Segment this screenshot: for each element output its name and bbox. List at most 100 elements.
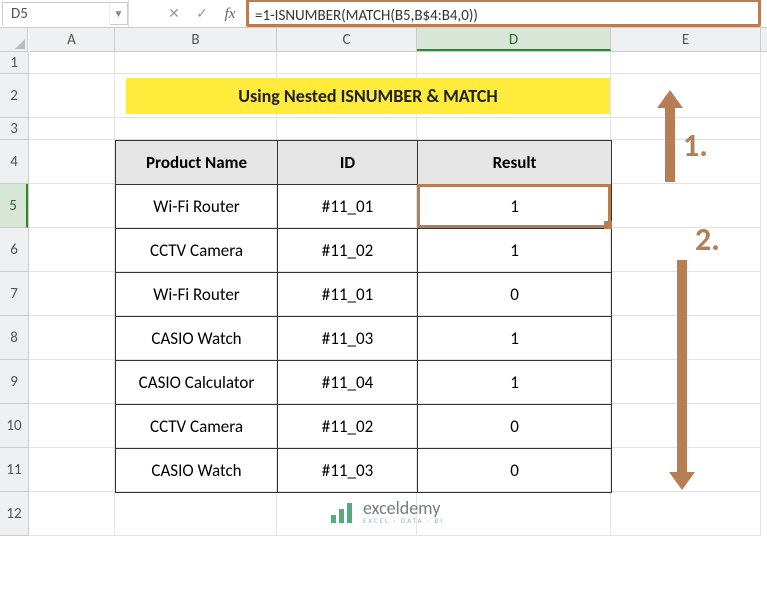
row-header-3[interactable]: 3 <box>0 118 28 140</box>
cell-result[interactable]: 1 <box>418 229 612 273</box>
formula-input[interactable]: =1-ISNUMBER(MATCH(B5,B$4:B4,0)) <box>246 0 761 27</box>
cell-product[interactable]: CASIO Watch <box>116 449 278 493</box>
cell[interactable] <box>29 118 115 140</box>
col-header-C[interactable]: C <box>277 28 417 51</box>
table-row: CCTV Camera#11_020 <box>116 405 612 449</box>
cell-id[interactable]: #11_04 <box>278 361 418 405</box>
cell-id[interactable]: #11_03 <box>278 317 418 361</box>
cell[interactable] <box>611 52 761 74</box>
fx-icon[interactable]: fx <box>216 0 244 28</box>
row-headers: 1 2 3 4 5 6 7 8 9 10 11 12 <box>0 52 29 536</box>
cell[interactable] <box>29 448 115 492</box>
cell[interactable] <box>115 492 277 536</box>
col-header-B[interactable]: B <box>115 28 277 51</box>
header-id: ID <box>278 141 418 185</box>
row-header-4[interactable]: 4 <box>0 140 28 184</box>
cancel-icon[interactable]: ✕ <box>160 0 188 28</box>
cell[interactable] <box>417 52 611 74</box>
col-header-D[interactable]: D <box>417 28 611 51</box>
brand-tagline: EXCEL · DATA · BI <box>363 517 444 524</box>
cell-product[interactable]: Wi-Fi Router <box>116 273 278 317</box>
callout-2: 2. <box>695 220 720 259</box>
cell[interactable] <box>29 360 115 404</box>
cell[interactable] <box>29 316 115 360</box>
cell-product[interactable]: CASIO Calculator <box>116 361 278 405</box>
row-header-7[interactable]: 7 <box>0 272 28 316</box>
formula-buttons: ✕ ✓ fx <box>160 0 244 27</box>
brand-text: exceldemy EXCEL · DATA · BI <box>363 499 444 524</box>
cell-id[interactable]: #11_02 <box>278 405 418 449</box>
cell[interactable] <box>29 140 115 184</box>
cell[interactable] <box>29 272 115 316</box>
data-table: Product Name ID Result Wi-Fi Router#11_0… <box>115 140 612 493</box>
cell-product[interactable]: CCTV Camera <box>116 405 278 449</box>
formula-bar-row: D5 ▼ ✕ ✓ fx =1-ISNUMBER(MATCH(B5,B$4:B4,… <box>0 0 767 28</box>
name-box[interactable]: D5 <box>3 3 109 25</box>
header-result: Result <box>418 141 612 185</box>
brand-logo: exceldemy EXCEL · DATA · BI <box>329 499 444 524</box>
right-strip: A B C D E Using Nested ISNUMBER & MATCH <box>29 28 767 593</box>
cell-product[interactable]: CASIO Watch <box>116 317 278 361</box>
select-all-corner[interactable] <box>0 28 28 52</box>
cell-id[interactable]: #11_01 <box>278 273 418 317</box>
table-row: CASIO Watch#11_030 <box>116 449 612 493</box>
col-header-E[interactable]: E <box>611 28 761 51</box>
table-row: CASIO Watch#11_031 <box>116 317 612 361</box>
left-strip: 1 2 3 4 5 6 7 8 9 10 11 12 <box>0 28 29 593</box>
cell-result[interactable]: 1 <box>418 185 612 229</box>
cell[interactable] <box>277 118 417 140</box>
cell-product[interactable]: Wi-Fi Router <box>116 185 278 229</box>
row-3 <box>29 118 767 140</box>
cell[interactable] <box>29 74 115 118</box>
cell-result[interactable]: 0 <box>418 273 612 317</box>
cell-result[interactable]: 0 <box>418 449 612 493</box>
cell[interactable] <box>29 228 115 272</box>
row-header-2[interactable]: 2 <box>0 74 28 118</box>
row-header-5[interactable]: 5 <box>0 184 28 228</box>
name-box-wrap: D5 ▼ <box>2 2 128 25</box>
cell[interactable] <box>417 118 611 140</box>
cell[interactable] <box>29 52 115 74</box>
column-headers: A B C D E <box>29 28 767 52</box>
cell[interactable] <box>611 74 761 118</box>
cell-result[interactable]: 1 <box>418 317 612 361</box>
cell-product[interactable]: CCTV Camera <box>116 229 278 273</box>
grid-body: Using Nested ISNUMBER & MATCH Product Na… <box>29 52 767 536</box>
cell[interactable] <box>115 118 277 140</box>
brand-name: exceldemy <box>363 499 444 517</box>
cell[interactable] <box>611 184 761 228</box>
row-header-6[interactable]: 6 <box>0 228 28 272</box>
cell-id[interactable]: #11_03 <box>278 449 418 493</box>
row-header-10[interactable]: 10 <box>0 404 28 448</box>
table-row: CASIO Calculator#11_041 <box>116 361 612 405</box>
cell[interactable] <box>277 52 417 74</box>
cell[interactable] <box>611 492 761 536</box>
table-row: CCTV Camera#11_021 <box>116 229 612 273</box>
bar-gap <box>128 0 160 27</box>
bars-icon <box>329 501 355 523</box>
spreadsheet: 1 2 3 4 5 6 7 8 9 10 11 12 A B C D E <box>0 28 767 593</box>
row-header-12[interactable]: 12 <box>0 492 28 536</box>
cell[interactable] <box>29 492 115 536</box>
row-header-11[interactable]: 11 <box>0 448 28 492</box>
arrow-down-icon <box>675 260 689 490</box>
row-1 <box>29 52 767 74</box>
cell-id[interactable]: #11_02 <box>278 229 418 273</box>
table-row: Wi-Fi Router#11_010 <box>116 273 612 317</box>
header-product: Product Name <box>116 141 278 185</box>
cell-result[interactable]: 1 <box>418 361 612 405</box>
confirm-icon[interactable]: ✓ <box>188 0 216 28</box>
cell[interactable] <box>417 492 611 536</box>
cell[interactable] <box>115 52 277 74</box>
row-header-8[interactable]: 8 <box>0 316 28 360</box>
cell-id[interactable]: #11_01 <box>278 185 418 229</box>
cell[interactable] <box>29 404 115 448</box>
cell[interactable] <box>29 184 115 228</box>
table-row: Wi-Fi Router#11_011 <box>116 185 612 229</box>
title-band: Using Nested ISNUMBER & MATCH <box>126 78 610 114</box>
col-header-A[interactable]: A <box>29 28 115 51</box>
cell-result[interactable]: 0 <box>418 405 612 449</box>
name-box-dropdown-icon[interactable]: ▼ <box>109 3 127 25</box>
row-header-9[interactable]: 9 <box>0 360 28 404</box>
row-header-1[interactable]: 1 <box>0 52 28 74</box>
